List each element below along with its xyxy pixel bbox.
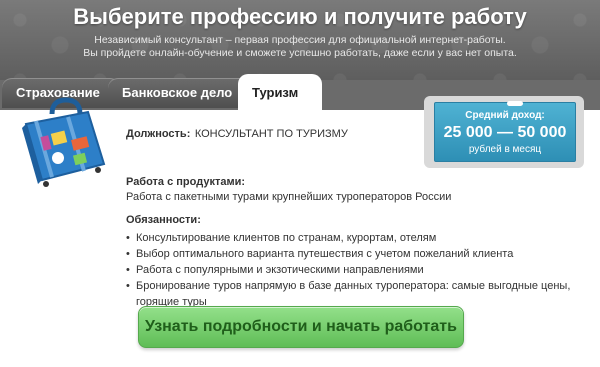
- bullet-icon: •: [126, 280, 130, 292]
- tab-tourism[interactable]: Туризм: [238, 74, 322, 110]
- badge-hole: [507, 101, 523, 106]
- page-header: Выберите профессию и получите работу Нез…: [0, 0, 600, 80]
- income-badge: Средний доход: 25 000 — 50 000 рублей в …: [424, 96, 584, 168]
- income-unit: рублей в месяц: [468, 144, 542, 155]
- duties-label: Обязанности:: [126, 214, 201, 226]
- products-value: Работа с пакетными турами крупнейших тур…: [126, 191, 452, 203]
- income-value: 25 000 — 50 000: [443, 124, 567, 141]
- list-item: • Выбор оптимального варианта путешествия…: [126, 246, 600, 262]
- income-label: Средний доход:: [465, 110, 545, 121]
- products-label: Работа с продуктами:: [126, 176, 246, 188]
- suitcase-icon: [22, 97, 106, 187]
- start-working-button[interactable]: Узнать подробности и начать работать: [138, 306, 464, 348]
- subtitle-line-2: Вы пройдете онлайн-обучение и сможете ус…: [83, 47, 517, 59]
- duty-text: Работа с популярными и экзотическими нап…: [136, 264, 424, 276]
- position-label: Должность:: [126, 128, 191, 140]
- page-title: Выберите профессию и получите работу: [73, 4, 527, 29]
- bullet-icon: •: [126, 264, 130, 276]
- subtitle-line-1: Независимый консультант – первая професс…: [94, 34, 506, 46]
- duty-text: Выбор оптимального варианта путешествия …: [136, 248, 514, 260]
- list-item: • Консультирование клиентов по странам, к…: [126, 230, 600, 246]
- bullet-icon: •: [126, 232, 130, 244]
- duties-heading: Обязанности:: [126, 214, 201, 226]
- page-subtitle: Независимый консультант – первая професс…: [0, 34, 600, 60]
- list-item: • Бронирование туров напрямую в базе данн…: [126, 278, 600, 308]
- position-value: КОНСУЛЬТАНТ ПО ТУРИЗМУ: [194, 128, 348, 140]
- position-row: Должность: КОНСУЛЬТАНТ ПО ТУРИЗМУ: [126, 124, 348, 142]
- income-card: Средний доход: 25 000 — 50 000 рублей в …: [434, 101, 576, 162]
- duties-list: • Консультирование клиентов по странам, к…: [126, 230, 600, 308]
- duty-text: Консультирование клиентов по странам, ку…: [136, 232, 437, 244]
- products-section: Работа с продуктами: Работа с пакетными …: [126, 176, 451, 203]
- list-item: • Работа с популярными и экзотическими на…: [126, 262, 600, 278]
- bullet-icon: •: [126, 248, 130, 260]
- tab-banking[interactable]: Банковское дело: [108, 78, 254, 108]
